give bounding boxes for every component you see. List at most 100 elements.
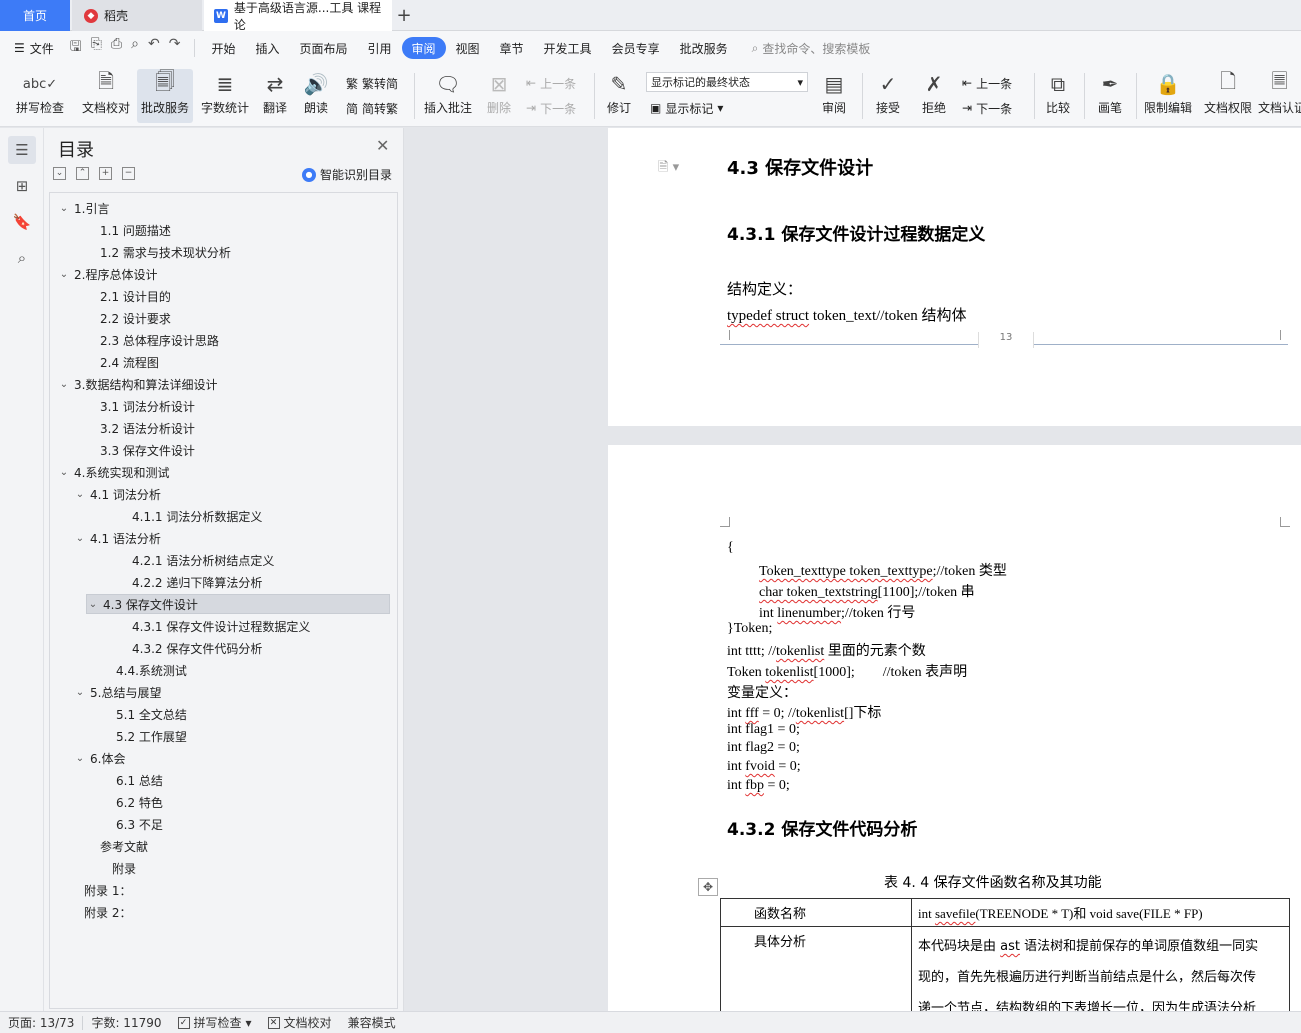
restrict-edit-button[interactable]: 🔒 限制编辑 — [1140, 69, 1196, 123]
track-changes-button[interactable]: ✎ 修订 — [600, 69, 638, 123]
chevron-down-icon[interactable]: ⌄ — [58, 467, 70, 478]
toc-item[interactable]: 3.3 保存文件设计 — [50, 440, 195, 460]
toc-item[interactable]: 5.2 工作展望 — [50, 726, 187, 746]
compare-button[interactable]: ⧉ 比较 — [1038, 69, 1078, 123]
reject-button[interactable]: ✗ 拒绝 — [914, 69, 954, 123]
read-aloud-button[interactable]: 🔊 朗读 — [298, 69, 334, 123]
next-comment-button[interactable]: ⇥ 下一条 — [526, 98, 576, 118]
toc-item[interactable]: 6.1 总结 — [50, 770, 163, 790]
accept-button[interactable]: ✓ 接受 — [868, 69, 908, 123]
simp-to-trad-button[interactable]: 简简转繁 — [346, 98, 398, 118]
collapse-icon[interactable]: ⌄ — [53, 167, 66, 180]
bookmark-icon[interactable]: 🔖 — [8, 208, 36, 236]
word-count-indicator[interactable]: 字数: 11790 — [83, 1012, 169, 1033]
command-search[interactable]: ⌕ 查找命令、搜索模板 — [752, 40, 871, 57]
toc-item[interactable]: 6.3 不足 — [50, 814, 163, 834]
proofread-button[interactable]: 🗎 文档校对 — [78, 69, 134, 123]
redo-icon[interactable]: ↷ — [169, 36, 181, 60]
trad-to-simp-button[interactable]: 繁繁转简 — [346, 73, 398, 93]
chevron-down-icon[interactable]: ⌄ — [58, 269, 70, 280]
preview-icon[interactable]: ⌕ — [131, 36, 139, 60]
markup-state-select[interactable]: 显示标记的最终状态 ▾ — [646, 72, 808, 92]
save-icon[interactable]: 🖫 — [70, 36, 82, 60]
chevron-down-icon[interactable]: ⌄ — [74, 753, 86, 764]
toc-item[interactable]: 6.2 特色 — [50, 792, 163, 812]
chevron-down-icon[interactable]: ⌄ — [74, 489, 86, 500]
doc-cert-button[interactable]: 🗏 文档认证 — [1258, 69, 1301, 123]
toc-item[interactable]: 2.3 总体程序设计思路 — [50, 330, 219, 350]
toc-item[interactable]: 附录 2： — [50, 902, 131, 922]
toc-item[interactable]: 5.1 全文总结 — [50, 704, 187, 724]
toc-item[interactable]: 4.3.1 保存文件设计过程数据定义 — [50, 616, 310, 636]
search-icon[interactable]: ⌕ — [8, 244, 36, 272]
toc-item[interactable]: ⌄ 4.系统实现和测试 — [50, 462, 170, 482]
menu-item-devtools[interactable]: 开发工具 — [534, 37, 602, 59]
chevron-down-icon[interactable]: ⌄ — [74, 533, 86, 544]
chevron-down-icon[interactable]: ⌄ — [87, 599, 99, 610]
undo-icon[interactable]: ↶ — [148, 36, 160, 60]
menu-item-start[interactable]: 开始 — [201, 37, 245, 59]
toc-item[interactable]: ⌄ 4.1 词法分析 — [50, 484, 161, 504]
page-indicator[interactable]: 页面: 13/73 — [0, 1012, 82, 1033]
tab-document[interactable]: W 基于高级语言源...工具 课程论 — [204, 0, 392, 32]
menu-item-review-service[interactable]: 批改服务 — [670, 37, 738, 59]
remove-level-icon[interactable]: − — [122, 167, 135, 180]
toc-item[interactable]: 附录 — [50, 858, 136, 878]
new-tab-button[interactable]: + — [394, 0, 414, 31]
table-move-icon[interactable]: ✥ — [698, 878, 718, 896]
toc-item[interactable]: 4.2.1 语法分析树结点定义 — [50, 550, 274, 570]
spell-check-button[interactable]: abc✓ 拼写检查 — [8, 69, 72, 123]
toc-item[interactable]: 2.1 设计目的 — [50, 286, 171, 306]
paragraph-style-icon[interactable]: 🗎 ▾ — [658, 158, 679, 180]
spell-check-toggle[interactable]: ✓ 拼写检查 ▾ — [170, 1012, 260, 1033]
print-icon[interactable]: ⎙ — [111, 36, 122, 60]
word-count-button[interactable]: ≣ 字数统计 — [197, 69, 253, 123]
toc-item[interactable]: 参考文献 — [50, 836, 148, 856]
add-level-icon[interactable]: + — [99, 167, 112, 180]
outline-icon[interactable]: ⊞ — [8, 172, 36, 200]
menu-item-chapter[interactable]: 章节 — [490, 37, 534, 59]
menu-item-reference[interactable]: 引用 — [357, 37, 401, 59]
review-service-button[interactable]: 🗐 批改服务 — [137, 69, 193, 123]
menu-item-member[interactable]: 会员专享 — [602, 37, 670, 59]
toc-item[interactable]: ⌄ 1.引言 — [50, 198, 110, 218]
toc-item[interactable]: 4.1.1 词法分析数据定义 — [50, 506, 262, 526]
prev-comment-button[interactable]: ⇤ 上一条 — [526, 73, 576, 93]
tab-home[interactable]: 首页 — [0, 0, 70, 31]
review-pane-button[interactable]: ▤ 审阅 — [814, 69, 854, 123]
chevron-down-icon[interactable]: ⌄ — [58, 203, 70, 214]
chevron-down-icon[interactable]: ⌄ — [74, 687, 86, 698]
toc-item[interactable]: ⌄ 4.1 语法分析 — [50, 528, 161, 548]
next-change-button[interactable]: ⇥ 下一条 — [962, 98, 1012, 118]
menu-item-view[interactable]: 视图 — [446, 37, 490, 59]
insert-comment-button[interactable]: 🗨 插入批注 — [420, 69, 476, 123]
doc-permission-button[interactable]: 🗋 文档权限 — [1200, 69, 1256, 123]
toc-item[interactable]: 3.2 语法分析设计 — [50, 418, 195, 438]
tab-daoke[interactable]: ◆ 稻壳 — [72, 0, 202, 31]
menu-item-review[interactable]: 审阅 — [401, 37, 446, 59]
toc-item[interactable]: ⌄ 6.体会 — [50, 748, 126, 768]
translate-button[interactable]: ⇄ 翻译 — [256, 69, 294, 123]
prev-change-button[interactable]: ⇤ 上一条 — [962, 73, 1012, 93]
proofread-status[interactable]: ✕ 文档校对 — [260, 1012, 340, 1033]
toc-item[interactable]: 1.2 需求与技术现状分析 — [50, 242, 231, 262]
show-markup-button[interactable]: ▣ 显示标记 ▾ — [650, 98, 723, 118]
toc-item[interactable]: 4.2.2 递归下降算法分析 — [50, 572, 262, 592]
file-menu[interactable]: ☰ 文件 — [0, 37, 62, 59]
toc-item[interactable]: ⌄ 2.程序总体设计 — [50, 264, 158, 284]
toc-item[interactable]: 1.1 问题描述 — [50, 220, 171, 240]
export-icon[interactable]: ⎘ — [91, 36, 102, 60]
toc-item[interactable]: ⌄ 3.数据结构和算法详细设计 — [50, 374, 218, 394]
toc-item[interactable]: 2.2 设计要求 — [50, 308, 171, 328]
menu-item-insert[interactable]: 插入 — [245, 37, 289, 59]
close-icon[interactable]: ✕ — [376, 136, 389, 155]
chevron-down-icon[interactable]: ⌄ — [58, 379, 70, 390]
toc-item[interactable]: 3.1 词法分析设计 — [50, 396, 195, 416]
smart-toc-button[interactable]: ● 智能识别目录 — [302, 166, 392, 183]
toc-item[interactable]: ⌄ 4.3 保存文件设计 — [86, 594, 390, 614]
menu-item-layout[interactable]: 页面布局 — [289, 37, 357, 59]
toc-item[interactable]: 4.3.2 保存文件代码分析 — [50, 638, 262, 658]
toc-item[interactable]: 4.4.系统测试 — [50, 660, 187, 680]
toc-item[interactable]: 2.4 流程图 — [50, 352, 159, 372]
toc-panel-icon[interactable]: ☰ — [8, 136, 36, 164]
